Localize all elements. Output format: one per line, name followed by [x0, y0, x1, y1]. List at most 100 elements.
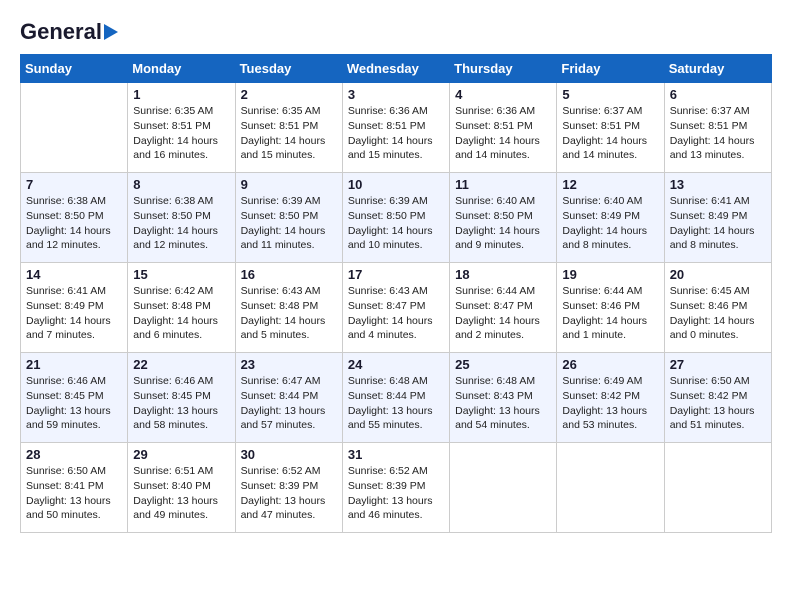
- calendar-cell: 17 Sunrise: 6:43 AM Sunset: 8:47 PM Dayli…: [342, 263, 449, 353]
- day-info: Sunrise: 6:35 AM Sunset: 8:51 PM Dayligh…: [133, 104, 229, 163]
- day-number: 29: [133, 447, 229, 462]
- day-number: 30: [241, 447, 337, 462]
- day-info: Sunrise: 6:44 AM Sunset: 8:47 PM Dayligh…: [455, 284, 551, 343]
- col-header-friday: Friday: [557, 55, 664, 83]
- day-info: Sunrise: 6:46 AM Sunset: 8:45 PM Dayligh…: [26, 374, 122, 433]
- calendar-cell: 6 Sunrise: 6:37 AM Sunset: 8:51 PM Daylig…: [664, 83, 771, 173]
- day-info: Sunrise: 6:41 AM Sunset: 8:49 PM Dayligh…: [26, 284, 122, 343]
- col-header-thursday: Thursday: [450, 55, 557, 83]
- calendar-week-1: 1Sunrise: 6:35 AM Sunset: 8:51 PM Daylig…: [21, 83, 772, 173]
- day-info: Sunrise: 6:52 AM Sunset: 8:39 PM Dayligh…: [348, 464, 444, 523]
- calendar-cell: 5Sunrise: 6:37 AM Sunset: 8:51 PM Daylig…: [557, 83, 664, 173]
- calendar-week-3: 14 Sunrise: 6:41 AM Sunset: 8:49 PM Dayli…: [21, 263, 772, 353]
- calendar-cell: 18Sunrise: 6:44 AM Sunset: 8:47 PM Dayli…: [450, 263, 557, 353]
- calendar-cell: 21 Sunrise: 6:46 AM Sunset: 8:45 PM Dayli…: [21, 353, 128, 443]
- calendar-cell: 9Sunrise: 6:39 AM Sunset: 8:50 PM Daylig…: [235, 173, 342, 263]
- day-number: 3: [348, 87, 444, 102]
- day-number: 14: [26, 267, 122, 282]
- day-number: 20: [670, 267, 766, 282]
- calendar-table: SundayMondayTuesdayWednesdayThursdayFrid…: [20, 54, 772, 533]
- day-number: 26: [562, 357, 658, 372]
- day-number: 24: [348, 357, 444, 372]
- day-number: 15: [133, 267, 229, 282]
- day-info: Sunrise: 6:38 AM Sunset: 8:50 PM Dayligh…: [133, 194, 229, 253]
- calendar-cell: 3 Sunrise: 6:36 AM Sunset: 8:51 PM Daylig…: [342, 83, 449, 173]
- calendar-cell: 30 Sunrise: 6:52 AM Sunset: 8:39 PM Dayli…: [235, 443, 342, 533]
- calendar-cell: 28Sunrise: 6:50 AM Sunset: 8:41 PM Dayli…: [21, 443, 128, 533]
- day-number: 25: [455, 357, 551, 372]
- calendar-cell: [664, 443, 771, 533]
- day-info: Sunrise: 6:36 AM Sunset: 8:51 PM Dayligh…: [455, 104, 551, 163]
- calendar-cell: 23Sunrise: 6:47 AM Sunset: 8:44 PM Dayli…: [235, 353, 342, 443]
- calendar-cell: 25 Sunrise: 6:48 AM Sunset: 8:43 PM Dayli…: [450, 353, 557, 443]
- logo-arrow-icon: [104, 24, 118, 40]
- day-info: Sunrise: 6:43 AM Sunset: 8:47 PM Dayligh…: [348, 284, 444, 343]
- calendar-cell: 22Sunrise: 6:46 AM Sunset: 8:45 PM Dayli…: [128, 353, 235, 443]
- day-info: Sunrise: 6:48 AM Sunset: 8:43 PM Dayligh…: [455, 374, 551, 433]
- calendar-week-5: 28Sunrise: 6:50 AM Sunset: 8:41 PM Dayli…: [21, 443, 772, 533]
- calendar-week-2: 7 Sunrise: 6:38 AM Sunset: 8:50 PM Daylig…: [21, 173, 772, 263]
- day-info: Sunrise: 6:38 AM Sunset: 8:50 PM Dayligh…: [26, 194, 122, 253]
- calendar-cell: 4Sunrise: 6:36 AM Sunset: 8:51 PM Daylig…: [450, 83, 557, 173]
- calendar-cell: [450, 443, 557, 533]
- calendar-cell: 20 Sunrise: 6:45 AM Sunset: 8:46 PM Dayli…: [664, 263, 771, 353]
- day-info: Sunrise: 6:50 AM Sunset: 8:41 PM Dayligh…: [26, 464, 122, 523]
- day-number: 11: [455, 177, 551, 192]
- calendar-week-4: 21 Sunrise: 6:46 AM Sunset: 8:45 PM Dayli…: [21, 353, 772, 443]
- day-info: Sunrise: 6:41 AM Sunset: 8:49 PM Dayligh…: [670, 194, 766, 253]
- day-info: Sunrise: 6:43 AM Sunset: 8:48 PM Dayligh…: [241, 284, 337, 343]
- day-number: 12: [562, 177, 658, 192]
- calendar-cell: 24 Sunrise: 6:48 AM Sunset: 8:44 PM Dayli…: [342, 353, 449, 443]
- day-number: 10: [348, 177, 444, 192]
- calendar-cell: 1Sunrise: 6:35 AM Sunset: 8:51 PM Daylig…: [128, 83, 235, 173]
- calendar-cell: 15 Sunrise: 6:42 AM Sunset: 8:48 PM Dayli…: [128, 263, 235, 353]
- day-number: 6: [670, 87, 766, 102]
- day-number: 23: [241, 357, 337, 372]
- calendar-cell: 29Sunrise: 6:51 AM Sunset: 8:40 PM Dayli…: [128, 443, 235, 533]
- day-info: Sunrise: 6:48 AM Sunset: 8:44 PM Dayligh…: [348, 374, 444, 433]
- calendar-cell: [557, 443, 664, 533]
- col-header-wednesday: Wednesday: [342, 55, 449, 83]
- day-info: Sunrise: 6:39 AM Sunset: 8:50 PM Dayligh…: [241, 194, 337, 253]
- day-number: 17: [348, 267, 444, 282]
- col-header-monday: Monday: [128, 55, 235, 83]
- day-info: Sunrise: 6:36 AM Sunset: 8:51 PM Dayligh…: [348, 104, 444, 163]
- calendar-cell: 27 Sunrise: 6:50 AM Sunset: 8:42 PM Dayli…: [664, 353, 771, 443]
- col-header-tuesday: Tuesday: [235, 55, 342, 83]
- day-number: 2: [241, 87, 337, 102]
- logo: General: [20, 20, 118, 44]
- calendar-header-row: SundayMondayTuesdayWednesdayThursdayFrid…: [21, 55, 772, 83]
- day-info: Sunrise: 6:45 AM Sunset: 8:46 PM Dayligh…: [670, 284, 766, 343]
- day-info: Sunrise: 6:50 AM Sunset: 8:42 PM Dayligh…: [670, 374, 766, 433]
- day-info: Sunrise: 6:42 AM Sunset: 8:48 PM Dayligh…: [133, 284, 229, 343]
- col-header-sunday: Sunday: [21, 55, 128, 83]
- day-number: 13: [670, 177, 766, 192]
- day-info: Sunrise: 6:46 AM Sunset: 8:45 PM Dayligh…: [133, 374, 229, 433]
- day-info: Sunrise: 6:44 AM Sunset: 8:46 PM Dayligh…: [562, 284, 658, 343]
- calendar-cell: 26 Sunrise: 6:49 AM Sunset: 8:42 PM Dayli…: [557, 353, 664, 443]
- day-number: 7: [26, 177, 122, 192]
- day-info: Sunrise: 6:40 AM Sunset: 8:50 PM Dayligh…: [455, 194, 551, 253]
- day-number: 31: [348, 447, 444, 462]
- calendar-cell: 31 Sunrise: 6:52 AM Sunset: 8:39 PM Dayli…: [342, 443, 449, 533]
- calendar-cell: 2Sunrise: 6:35 AM Sunset: 8:51 PM Daylig…: [235, 83, 342, 173]
- day-number: 19: [562, 267, 658, 282]
- col-header-saturday: Saturday: [664, 55, 771, 83]
- day-info: Sunrise: 6:37 AM Sunset: 8:51 PM Dayligh…: [670, 104, 766, 163]
- logo-general: General: [20, 20, 102, 44]
- day-info: Sunrise: 6:49 AM Sunset: 8:42 PM Dayligh…: [562, 374, 658, 433]
- day-number: 21: [26, 357, 122, 372]
- day-info: Sunrise: 6:39 AM Sunset: 8:50 PM Dayligh…: [348, 194, 444, 253]
- day-number: 8: [133, 177, 229, 192]
- calendar-cell: 16 Sunrise: 6:43 AM Sunset: 8:48 PM Dayli…: [235, 263, 342, 353]
- calendar-cell: 13 Sunrise: 6:41 AM Sunset: 8:49 PM Dayli…: [664, 173, 771, 263]
- day-number: 27: [670, 357, 766, 372]
- day-number: 16: [241, 267, 337, 282]
- calendar-cell: 8 Sunrise: 6:38 AM Sunset: 8:50 PM Daylig…: [128, 173, 235, 263]
- day-info: Sunrise: 6:40 AM Sunset: 8:49 PM Dayligh…: [562, 194, 658, 253]
- calendar-cell: 10 Sunrise: 6:39 AM Sunset: 8:50 PM Dayli…: [342, 173, 449, 263]
- day-info: Sunrise: 6:52 AM Sunset: 8:39 PM Dayligh…: [241, 464, 337, 523]
- calendar-cell: [21, 83, 128, 173]
- calendar-cell: 12 Sunrise: 6:40 AM Sunset: 8:49 PM Dayli…: [557, 173, 664, 263]
- calendar-cell: 11 Sunrise: 6:40 AM Sunset: 8:50 PM Dayli…: [450, 173, 557, 263]
